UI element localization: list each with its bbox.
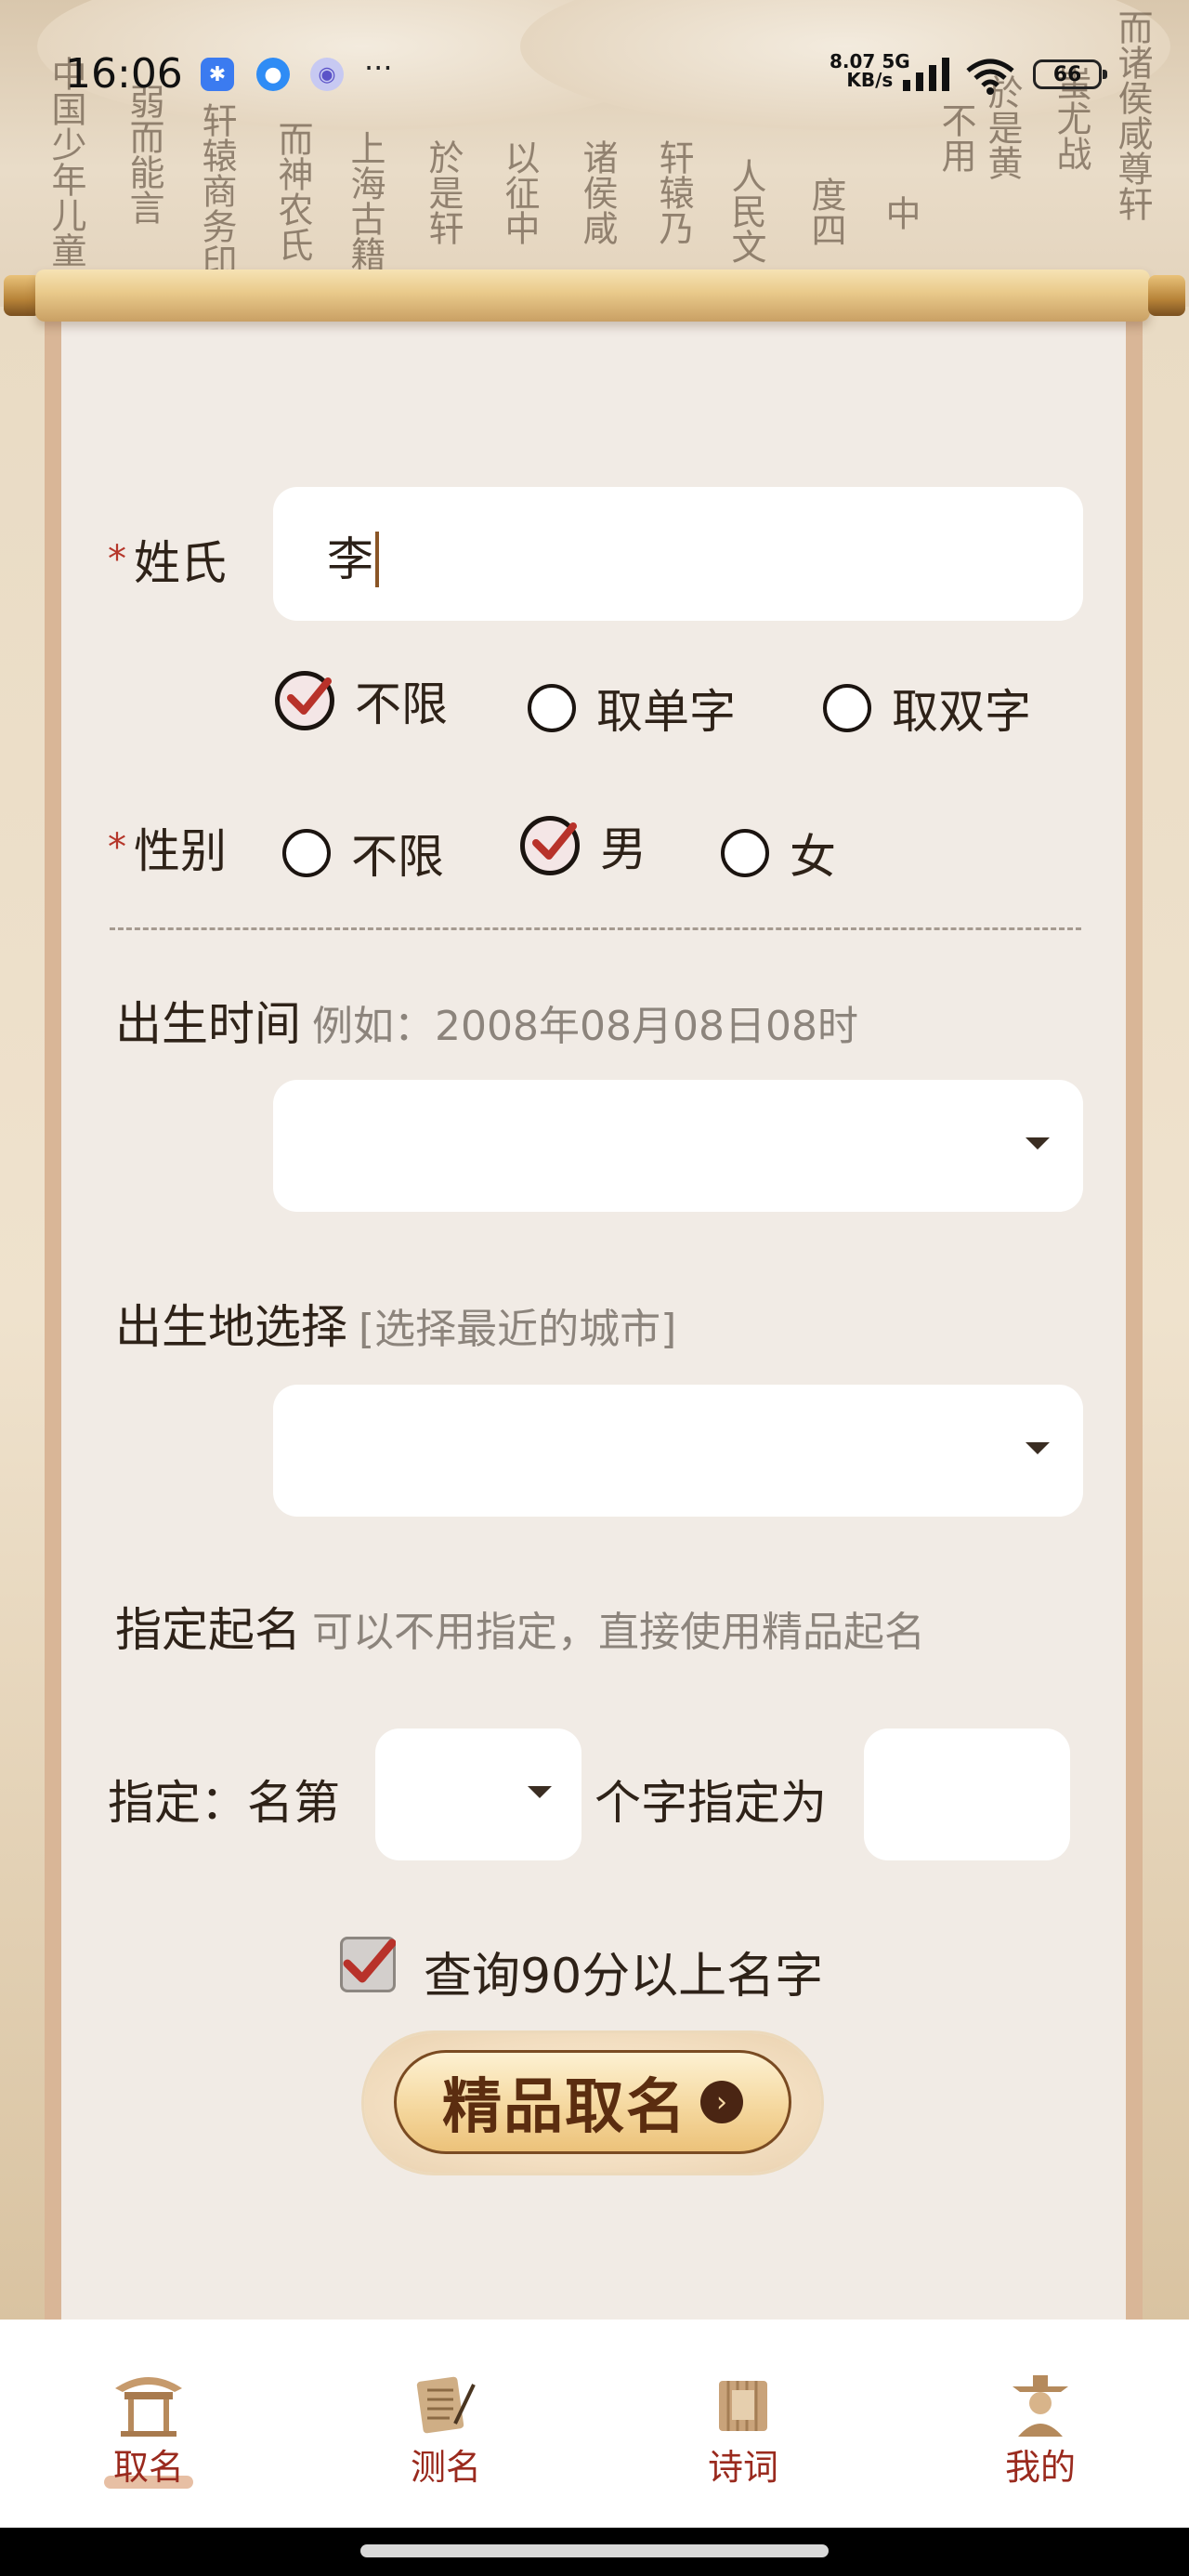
nav-label: 诗词	[707, 2447, 778, 2488]
wifi-icon	[966, 59, 1014, 95]
surname-label: * 姓氏	[108, 526, 227, 593]
scroll-rod	[0, 262, 1189, 329]
app-notification-icon: ✱	[201, 58, 234, 91]
radio-label: 不限	[351, 830, 444, 884]
rod-cap-right	[1148, 275, 1185, 316]
specify-hint: 可以不用指定，直接使用精品起名	[312, 1609, 925, 1656]
nav-label: 测名	[410, 2447, 481, 2488]
bamboo-book-icon	[719, 2381, 767, 2431]
signal-icon	[903, 58, 949, 91]
decorative-text: 而神农氏	[272, 121, 313, 262]
location-app-icon: ●	[256, 58, 290, 91]
radio-char-single[interactable]: 取单字	[528, 675, 736, 742]
radio-char-unlimited[interactable]: 不限	[275, 667, 448, 734]
surname-input[interactable]: 李	[273, 487, 1083, 621]
specify-label-text: 指定起名	[115, 1603, 301, 1657]
radio-checked-icon	[520, 816, 580, 875]
gender-label: * 性别	[108, 814, 227, 881]
radio-checked-icon	[275, 671, 334, 730]
dashed-divider	[110, 927, 1081, 930]
required-mark: *	[108, 538, 126, 581]
premium-naming-button[interactable]: 精品取名 ›	[394, 2050, 791, 2154]
query-90-checkbox[interactable]	[340, 1937, 396, 1992]
browser-app-icon: ◉	[310, 58, 344, 91]
rod-body	[35, 269, 1150, 322]
birth-time-label-text: 出生时间	[115, 997, 301, 1051]
arrow-right-icon: ›	[700, 2081, 743, 2123]
radio-label: 不限	[355, 677, 448, 731]
radio-unchecked-icon	[823, 684, 871, 732]
birth-time-select[interactable]	[273, 1080, 1083, 1212]
decorative-text: 上海古籍	[345, 130, 385, 271]
network-unit: KB/s	[846, 69, 894, 91]
status-time: 16:06	[65, 50, 183, 98]
bottom-nav: 取名 测名 诗词 我的	[0, 2320, 1189, 2528]
premium-naming-label: 精品取名	[442, 2073, 687, 2142]
radio-unchecked-icon	[282, 829, 331, 877]
nav-item-poetry[interactable]: 诗词	[594, 2320, 892, 2528]
scroll-side-left	[0, 307, 48, 2323]
nav-label: 我的	[1004, 2447, 1076, 2488]
decorative-text: 人民文	[725, 158, 766, 264]
scholar-avatar-icon	[1013, 2375, 1068, 2437]
query-90-label: 查询90分以上名字	[424, 1949, 824, 2004]
surname-label-text: 姓氏	[134, 536, 227, 590]
decorative-text: 诸侯咸	[577, 139, 618, 245]
text-caret	[375, 531, 379, 587]
more-dots-icon: ···	[364, 50, 393, 85]
battery-icon: 66	[1033, 59, 1107, 89]
surname-input-text: 李	[327, 522, 379, 591]
specify-middle: 个字指定为	[594, 1776, 827, 1830]
radio-label: 男	[600, 822, 647, 876]
birth-time-label: 出生时间 例如：2008年08月08日08时	[115, 987, 858, 1054]
specify-label: 指定起名 可以不用指定，直接使用精品起名	[115, 1593, 925, 1660]
decorative-text: 中	[880, 195, 921, 230]
birth-time-hint: 例如：2008年08月08日08时	[312, 1003, 858, 1050]
specified-char-input[interactable]	[864, 1728, 1070, 1860]
radio-gender-female[interactable]: 女	[721, 820, 836, 887]
scroll-brush-icon	[416, 2376, 476, 2434]
surname-value: 李	[327, 532, 373, 586]
radio-label: 女	[790, 830, 836, 884]
char-position-select[interactable]	[375, 1728, 581, 1860]
nav-label: 取名	[112, 2447, 184, 2488]
network-indicator: 8.07 5G KB/s	[830, 52, 910, 89]
birth-place-label-text: 出生地选择	[115, 1300, 347, 1354]
dropdown-arrow-icon	[528, 1786, 552, 1798]
radio-unchecked-icon	[721, 829, 769, 877]
checkmark-icon	[343, 1939, 396, 1983]
nav-item-test-name[interactable]: 测名	[297, 2320, 594, 2528]
birth-place-select[interactable]	[273, 1385, 1083, 1517]
decorative-text: 轩辕商务印	[196, 102, 237, 279]
nav-item-naming[interactable]: 取名	[0, 2320, 297, 2528]
premium-naming-button-frame: 精品取名 ›	[364, 2033, 821, 2173]
scroll-side-right	[1141, 307, 1189, 2323]
radio-char-double[interactable]: 取双字	[823, 675, 1031, 742]
radio-label: 取双字	[892, 685, 1031, 739]
required-mark: *	[108, 826, 126, 869]
radio-label: 取单字	[596, 685, 736, 739]
decorative-text: 以征中	[499, 139, 540, 245]
decorative-text: 轩辕乃	[653, 139, 694, 245]
status-bar: 16:06 ✱ ● ◉ ··· 8.07 5G KB/s 66	[0, 45, 1189, 110]
decorative-text: 不用	[935, 102, 976, 173]
specify-prefix: 指定：名第	[108, 1776, 340, 1830]
decorative-text: 於是轩	[423, 139, 464, 245]
dropdown-arrow-icon	[1026, 1137, 1050, 1150]
birth-place-hint: [选择最近的城市]	[359, 1306, 677, 1353]
dropdown-arrow-icon	[1026, 1442, 1050, 1454]
radio-unchecked-icon	[528, 684, 576, 732]
home-indicator[interactable]	[360, 2544, 829, 2557]
nav-item-mine[interactable]: 我的	[892, 2320, 1189, 2528]
radio-gender-male[interactable]: 男	[520, 812, 647, 879]
decorative-text: 度四	[805, 177, 846, 247]
birth-place-label: 出生地选择 [选择最近的城市]	[115, 1290, 676, 1357]
pavilion-icon	[115, 2377, 182, 2437]
decorative-text: 而诸侯咸尊轩	[1112, 9, 1153, 221]
radio-gender-unlimited[interactable]: 不限	[282, 820, 444, 887]
gender-label-text: 性别	[134, 824, 227, 878]
